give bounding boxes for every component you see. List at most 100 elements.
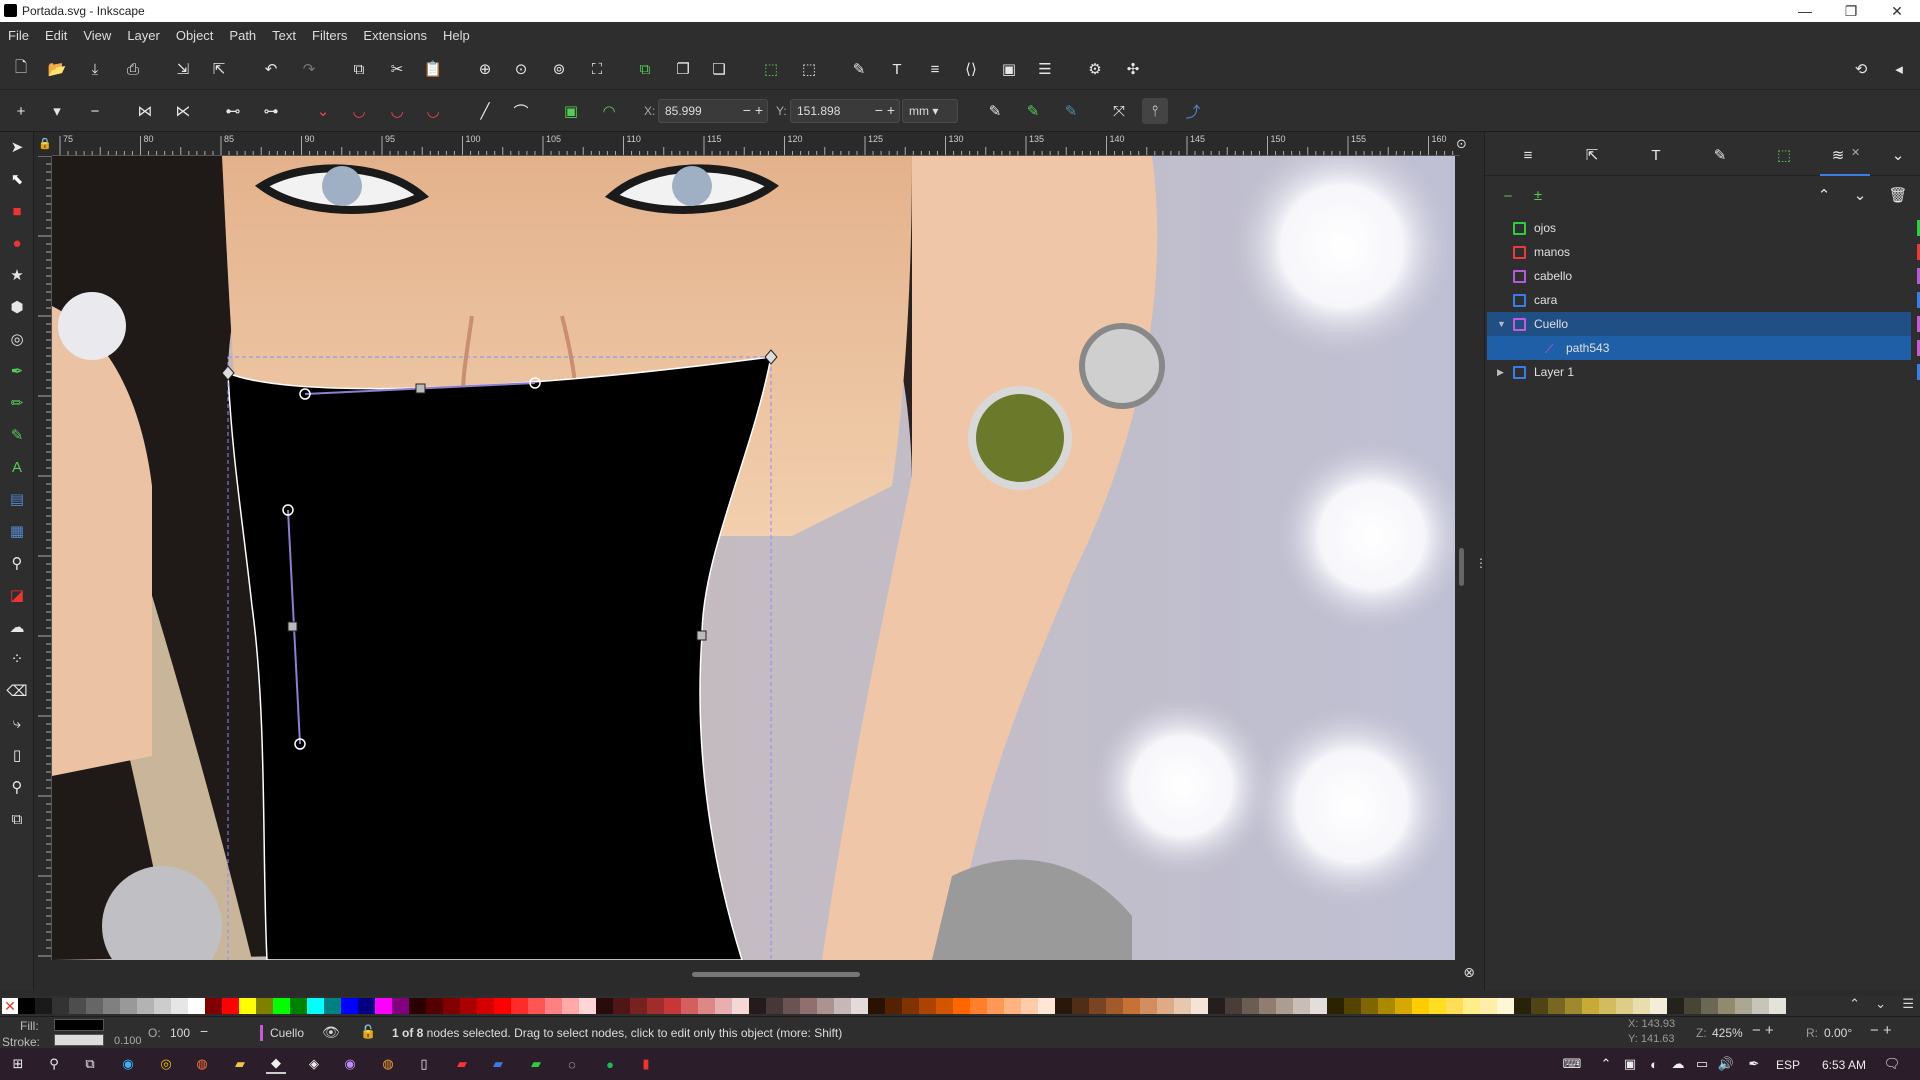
align-tab-icon[interactable]: ≡	[1515, 142, 1541, 168]
color-swatch[interactable]	[1531, 998, 1548, 1014]
color-swatch[interactable]	[511, 998, 528, 1014]
color-swatch[interactable]	[1276, 998, 1293, 1014]
color-swatch[interactable]	[86, 998, 103, 1014]
color-swatch[interactable]	[137, 998, 154, 1014]
color-swatch[interactable]	[953, 998, 970, 1014]
delete-node-icon[interactable]: −	[82, 98, 108, 124]
expander-icon[interactable]: ▶	[1497, 367, 1504, 378]
color-swatch[interactable]	[1548, 998, 1565, 1014]
color-swatch[interactable]	[1157, 998, 1174, 1014]
auto-smooth-node-icon[interactable]: ◡	[420, 98, 446, 124]
color-swatch[interactable]	[1599, 998, 1616, 1014]
close-window-button[interactable]: ✕	[1874, 0, 1920, 22]
color-swatch[interactable]	[664, 998, 681, 1014]
color-swatch[interactable]	[1446, 998, 1463, 1014]
menu-extensions[interactable]: Extensions	[355, 28, 435, 43]
delete-segment-icon[interactable]: ⊶	[258, 98, 284, 124]
spray-tool-icon[interactable]: ⁘	[4, 646, 30, 672]
color-swatch[interactable]	[596, 998, 613, 1014]
layer-row[interactable]: cabello	[1487, 264, 1920, 288]
zoom-selection-icon[interactable]: ⊕	[472, 56, 498, 82]
start-icon[interactable]: ⊞	[8, 1054, 28, 1074]
excel-icon[interactable]: ▰	[526, 1054, 546, 1074]
show-path-outline-icon[interactable]: ⤴	[1180, 98, 1206, 124]
color-swatch[interactable]	[902, 998, 919, 1014]
bluetooth-icon[interactable]: ◐	[1644, 1054, 1664, 1074]
color-swatch[interactable]	[1089, 998, 1106, 1014]
tray-icon[interactable]: ▣	[1620, 1054, 1640, 1074]
opacity-value[interactable]: 100	[170, 1026, 190, 1040]
color-swatch[interactable]	[1072, 998, 1089, 1014]
xml-editor-icon[interactable]: ⟨⟩	[958, 56, 984, 82]
color-swatch[interactable]	[681, 998, 698, 1014]
make-line-icon[interactable]: ╱	[472, 98, 498, 124]
layer-row[interactable]: ⟋ path543	[1487, 336, 1920, 360]
color-swatch[interactable]	[69, 998, 86, 1014]
rectangle-tool-icon[interactable]: ■	[4, 198, 30, 224]
zoom-value[interactable]: 425%	[1712, 1026, 1743, 1040]
ungroup-icon[interactable]: ⬚	[796, 56, 822, 82]
add-layer-icon[interactable]: ⎯	[1495, 182, 1521, 208]
color-swatch[interactable]	[1463, 998, 1480, 1014]
menu-edit[interactable]: Edit	[37, 28, 75, 43]
visibility-eye-icon[interactable]: 👁	[322, 1024, 340, 1041]
color-swatch[interactable]	[1718, 998, 1735, 1014]
horizontal-scrollbar[interactable]: ⊗	[52, 960, 1483, 986]
connector-tool-icon[interactable]: ⤷	[4, 710, 30, 736]
add-sublayer-icon[interactable]: ±	[1525, 182, 1551, 208]
task-view-icon[interactable]: ⧉	[80, 1054, 100, 1074]
break-path-icon[interactable]: ⋉	[170, 98, 196, 124]
panel-menu-chevron-icon[interactable]: ⌄	[1885, 142, 1911, 168]
save-icon[interactable]: ⤓	[82, 56, 108, 82]
vertical-scroll-thumb[interactable]	[1459, 548, 1464, 586]
file-explorer-icon[interactable]: ▰	[230, 1054, 250, 1074]
color-swatch[interactable]	[1752, 998, 1769, 1014]
color-swatch[interactable]	[749, 998, 766, 1014]
pages-tool-icon[interactable]: ⧉	[4, 806, 30, 832]
smooth-node-icon[interactable]: ◡	[346, 98, 372, 124]
minimize-button[interactable]: —	[1782, 0, 1828, 22]
import-icon[interactable]: ⇲	[170, 56, 196, 82]
calligraphy-tool-icon[interactable]: ✎	[4, 422, 30, 448]
color-swatch[interactable]	[1344, 998, 1361, 1014]
color-swatch[interactable]	[1174, 998, 1191, 1014]
unlink-clone-icon[interactable]: ❏	[706, 56, 732, 82]
move-down-icon[interactable]: ⌄	[1847, 182, 1873, 208]
color-swatch[interactable]	[1225, 998, 1242, 1014]
show-transform-handles-icon[interactable]: ⤧	[1106, 98, 1132, 124]
expander-icon[interactable]: ▼	[1497, 319, 1506, 329]
duplicate-icon[interactable]: ⧉	[632, 56, 658, 82]
menu-object[interactable]: Object	[168, 28, 222, 43]
menu-view[interactable]: View	[75, 28, 119, 43]
horizontal-scroll-thumb[interactable]	[692, 972, 860, 977]
path-node[interactable]	[696, 630, 707, 641]
lock-icon[interactable]: 🔓	[360, 1024, 376, 1040]
color-swatch[interactable]	[851, 998, 868, 1014]
paste-icon[interactable]: 📋	[420, 56, 446, 82]
menu-text[interactable]: Text	[264, 28, 304, 43]
color-swatch[interactable]	[443, 998, 460, 1014]
cut-icon[interactable]: ✂	[384, 56, 410, 82]
stroke-swatch[interactable]	[54, 1034, 104, 1046]
menu-filters[interactable]: Filters	[304, 28, 355, 43]
restore-button[interactable]: ❐	[1828, 0, 1874, 22]
palette-scroll-up-icon[interactable]: ⌃	[1849, 996, 1860, 1012]
layer-row[interactable]: cara	[1487, 288, 1920, 312]
move-up-icon[interactable]: ⌃	[1811, 182, 1837, 208]
x-coordinate-input[interactable]: 85.999 − +	[658, 99, 768, 123]
drawing-canvas[interactable]	[52, 156, 1455, 960]
chrome-browser-icon[interactable]: ◎	[156, 1054, 176, 1074]
node-tool-icon[interactable]: ⬉	[4, 166, 30, 192]
export-tab-icon[interactable]: ⇱	[1579, 142, 1605, 168]
insert-node-icon[interactable]: +	[8, 98, 34, 124]
xml-tab-icon[interactable]: ⬚	[1771, 142, 1797, 168]
document-properties-icon[interactable]: ▣	[996, 56, 1022, 82]
text-tab-icon[interactable]: T	[1643, 142, 1669, 168]
y-stepper-icon[interactable]: − +	[875, 102, 895, 118]
color-swatch[interactable]	[205, 998, 222, 1014]
notifications-icon[interactable]: 🗨	[1882, 1054, 1902, 1074]
color-swatch[interactable]	[120, 998, 137, 1014]
color-swatch[interactable]	[579, 998, 596, 1014]
close-tab-icon[interactable]: ✕	[1851, 146, 1860, 159]
zoom-width-icon[interactable]: ⛶	[584, 56, 610, 82]
